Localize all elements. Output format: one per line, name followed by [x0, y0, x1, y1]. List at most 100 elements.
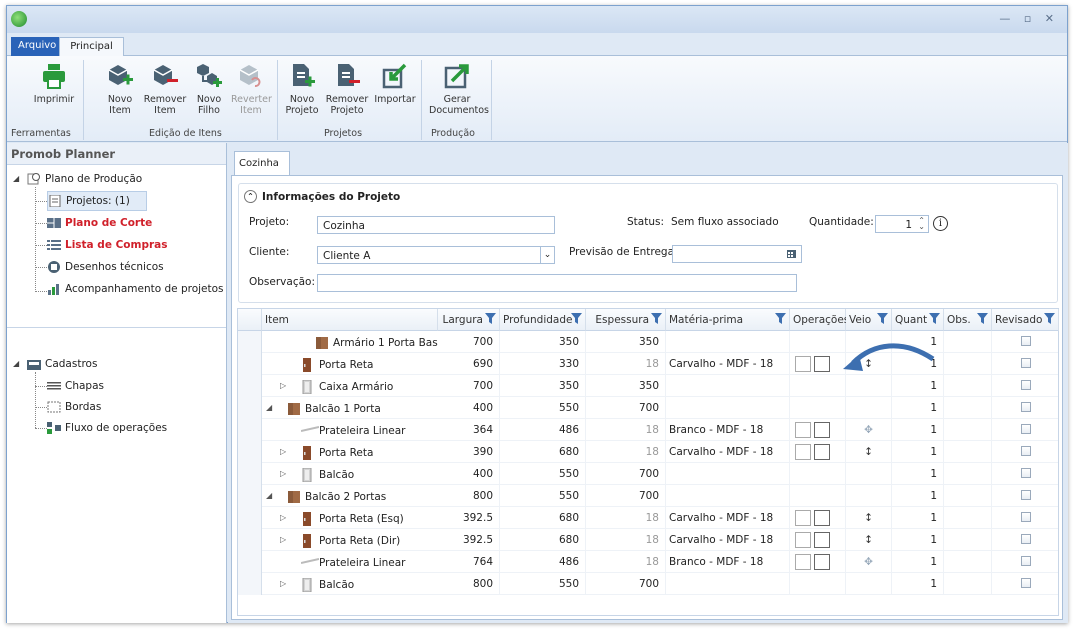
cell-revisado[interactable] — [992, 485, 1059, 507]
tree-plano-producao[interactable]: Plano de Produção — [27, 169, 142, 189]
cell-veio[interactable]: ✥ — [846, 419, 892, 441]
revisado-checkbox[interactable] — [1020, 402, 1031, 412]
tree-projetos[interactable]: Projetos: (1) — [47, 191, 147, 211]
operation-slot-icon[interactable] — [795, 510, 811, 526]
tab-arquivo[interactable]: Arquivo — [11, 37, 64, 56]
filter-icon[interactable] — [977, 313, 988, 324]
cell-revisado[interactable] — [992, 551, 1059, 573]
operation-slot-icon[interactable] — [795, 422, 811, 438]
table-row[interactable]: ▷ Porta Reta (Dir) 392.5 680 18 Carvalho - MD… — [238, 529, 1058, 551]
header-item[interactable]: Item — [262, 309, 438, 331]
expand-arrow-icon[interactable]: ◢ — [266, 403, 272, 412]
filter-icon[interactable] — [775, 313, 786, 324]
cell-veio[interactable] — [846, 397, 892, 419]
new-child-button[interactable]: Novo Filho — [193, 62, 225, 116]
cell-operacoes[interactable] — [790, 507, 846, 529]
header-obs[interactable]: Obs. — [944, 309, 992, 331]
table-row[interactable]: ◢ Balcão 2 Portas 800 550 700 1 — [238, 485, 1058, 507]
info-icon[interactable]: i — [933, 216, 948, 231]
cell-revisado[interactable] — [992, 331, 1059, 353]
tree-bordas[interactable]: Bordas — [47, 397, 101, 417]
cliente-select[interactable]: Cliente A ⌄ — [317, 246, 555, 264]
expand-arrow-icon[interactable]: ▷ — [280, 381, 286, 390]
tree-plano-corte[interactable]: Plano de Corte — [47, 213, 152, 233]
remove-project-button[interactable]: Remover Projeto — [325, 62, 369, 116]
expand-arrow-icon[interactable]: ◢ — [266, 491, 272, 500]
cell-revisado[interactable] — [992, 419, 1059, 441]
table-row[interactable]: Prateleira Linear 764 486 18 Branco - MDF - … — [238, 551, 1058, 573]
filter-icon[interactable] — [651, 313, 662, 324]
filter-icon[interactable] — [571, 313, 582, 324]
cell-veio[interactable]: ✥ — [846, 551, 892, 573]
cell-revisado[interactable] — [992, 353, 1059, 375]
header-veio[interactable]: Veio — [846, 309, 892, 331]
expand-arrow-icon[interactable]: ▷ — [280, 447, 286, 456]
revisado-checkbox[interactable] — [1020, 424, 1031, 434]
cell-obs[interactable] — [944, 441, 992, 463]
row-selector[interactable] — [238, 419, 262, 441]
cell-veio[interactable]: ↕ — [846, 441, 892, 463]
revisado-checkbox[interactable] — [1020, 578, 1031, 588]
revisado-checkbox[interactable] — [1020, 446, 1031, 456]
cell-revisado[interactable] — [992, 397, 1059, 419]
info-title[interactable]: ⌃ Informações do Projeto — [244, 190, 400, 203]
tree-cadastros[interactable]: Cadastros — [27, 354, 97, 374]
revisado-checkbox[interactable] — [1020, 490, 1031, 500]
row-selector[interactable] — [238, 397, 262, 419]
row-selector[interactable] — [238, 529, 262, 551]
cell-veio[interactable] — [846, 573, 892, 595]
cell-veio[interactable] — [846, 485, 892, 507]
row-selector[interactable] — [238, 353, 262, 375]
revisado-checkbox[interactable] — [1020, 556, 1031, 566]
cell-veio[interactable]: ↕ — [846, 507, 892, 529]
table-row[interactable]: ▷ Porta Reta 390 680 18 Carvalho - MDF - 18 ↕ 1 — [238, 441, 1058, 463]
observacao-input[interactable] — [317, 274, 797, 292]
cell-revisado[interactable] — [992, 441, 1059, 463]
expand-arrow-icon[interactable]: ▷ — [280, 579, 286, 588]
table-row[interactable]: ◢ Balcão 1 Porta 400 550 700 1 — [238, 397, 1058, 419]
operation-slot-icon[interactable] — [814, 510, 830, 526]
table-row[interactable]: ▷ Balcão 400 550 700 1 — [238, 463, 1058, 485]
cell-operacoes[interactable] — [790, 419, 846, 441]
operation-slot-icon[interactable] — [814, 554, 830, 570]
cell-veio[interactable]: ↕ — [846, 529, 892, 551]
remove-item-button[interactable]: Remover Item — [143, 62, 187, 116]
cell-veio[interactable] — [846, 463, 892, 485]
cell-obs[interactable] — [944, 573, 992, 595]
cell-obs[interactable] — [944, 375, 992, 397]
cell-operacoes[interactable] — [790, 529, 846, 551]
header-revisado[interactable]: Revisado — [992, 309, 1059, 331]
row-selector[interactable] — [238, 507, 262, 529]
cell-obs[interactable] — [944, 463, 992, 485]
row-selector[interactable] — [238, 573, 262, 595]
filter-icon[interactable] — [485, 313, 496, 324]
collapse-arrow-icon[interactable]: ◢ — [13, 174, 19, 183]
expand-arrow-icon[interactable]: ▷ — [280, 513, 286, 522]
operation-slot-icon[interactable] — [795, 532, 811, 548]
row-selector[interactable] — [238, 551, 262, 573]
operation-slot-icon[interactable] — [795, 444, 811, 460]
table-row[interactable]: ▷ Caixa Armário 700 350 350 1 — [238, 375, 1058, 397]
expand-arrow-icon[interactable]: ▷ — [280, 469, 286, 478]
import-button[interactable]: Importar — [373, 62, 417, 105]
cell-revisado[interactable] — [992, 507, 1059, 529]
revisado-checkbox[interactable] — [1020, 380, 1031, 390]
projeto-input[interactable]: Cozinha — [317, 216, 555, 234]
row-selector[interactable] — [238, 375, 262, 397]
header-profundidade[interactable]: Profundidade — [500, 309, 586, 331]
cell-obs[interactable] — [944, 331, 992, 353]
spin-arrows-icon[interactable]: ⌃ ⌄ — [918, 217, 925, 231]
operation-slot-icon[interactable] — [795, 554, 811, 570]
cell-operacoes[interactable] — [790, 441, 846, 463]
header-quant[interactable]: Quant — [892, 309, 944, 331]
cell-operacoes[interactable] — [790, 375, 846, 397]
expand-arrow-icon[interactable]: ▷ — [280, 535, 286, 544]
dropdown-arrow-icon[interactable]: ⌄ — [540, 247, 554, 263]
new-project-button[interactable]: Novo Projeto — [283, 62, 321, 116]
row-selector[interactable] — [238, 441, 262, 463]
row-selector[interactable] — [238, 331, 262, 353]
cell-obs[interactable] — [944, 419, 992, 441]
cell-operacoes[interactable] — [790, 485, 846, 507]
tree-chapas[interactable]: Chapas — [47, 376, 104, 396]
row-selector[interactable] — [238, 485, 262, 507]
